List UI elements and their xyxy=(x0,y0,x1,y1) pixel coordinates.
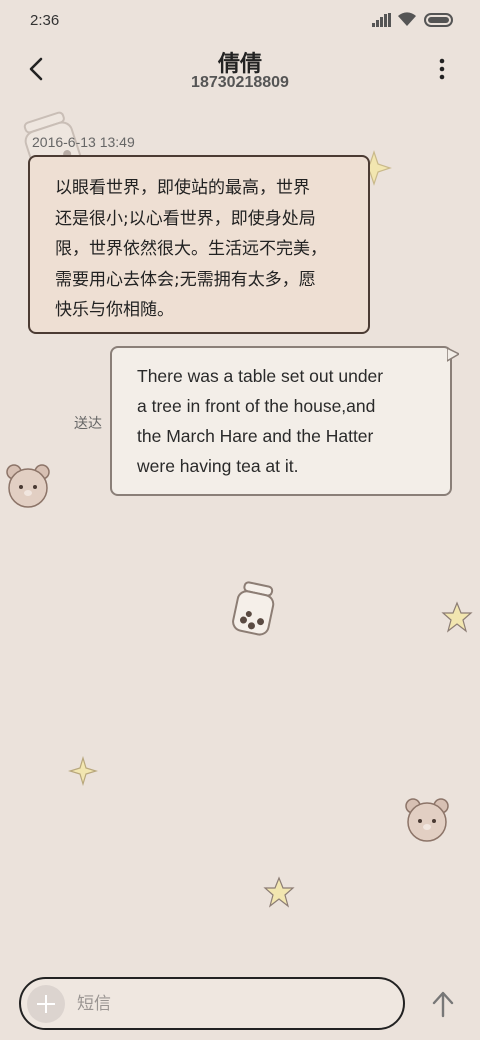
wifi-icon xyxy=(398,12,416,26)
conversation-header: 倩倩 18730218809 xyxy=(0,40,480,100)
message-line: There was a table set out under xyxy=(137,366,384,386)
bubble-tea-jar-icon-2 xyxy=(232,581,275,636)
messaging-screen: 2:36 倩倩 18730218809 2016-6-13 13:49 以眼看世… xyxy=(0,0,480,1040)
sparkle-icon xyxy=(68,756,98,786)
message-line: 限，世界依然很大。生活远不完美， xyxy=(55,239,327,259)
battery-icon xyxy=(424,13,453,27)
message-timestamp: 2016-6-13 13:49 xyxy=(32,134,135,150)
bear-face-icon xyxy=(6,464,50,508)
signal-icon xyxy=(372,13,391,27)
message-line: were having tea at it. xyxy=(137,456,299,476)
outgoing-message-bubble[interactable]: There was a table set out under a tree i… xyxy=(110,346,459,496)
contact-phone: 18730218809 xyxy=(191,74,289,91)
plus-icon[interactable] xyxy=(27,985,65,1023)
incoming-message-bubble[interactable]: 以眼看世界，即使站的最高，世界 还是很小;以心看世界，即使身处局 限，世界依然很… xyxy=(28,155,370,334)
more-vertical-icon[interactable] xyxy=(432,56,452,82)
bubble-tail-icon xyxy=(447,348,459,362)
star-icon-3 xyxy=(263,876,295,908)
message-line: a tree in front of the house,and xyxy=(137,396,376,416)
message-line: 快乐与你相随。 xyxy=(55,300,174,320)
message-line: 需要用心去体会;无需拥有太多，愿 xyxy=(55,269,316,290)
message-line: 以眼看世界，即使站的最高，世界 xyxy=(55,178,310,198)
message-composer xyxy=(19,977,405,1030)
delivery-status: 送达 xyxy=(74,416,102,432)
message-input[interactable] xyxy=(77,991,377,1017)
status-time: 2:36 xyxy=(30,12,60,29)
send-arrow-up-icon[interactable] xyxy=(430,990,456,1018)
status-bar: 2:36 xyxy=(0,0,480,40)
bear-face-icon-2 xyxy=(405,798,449,842)
message-line: 还是很小;以心看世界，即使身处局 xyxy=(55,208,316,229)
message-line: the March Hare and the Hatter xyxy=(137,426,374,446)
star-icon-2 xyxy=(441,601,473,633)
